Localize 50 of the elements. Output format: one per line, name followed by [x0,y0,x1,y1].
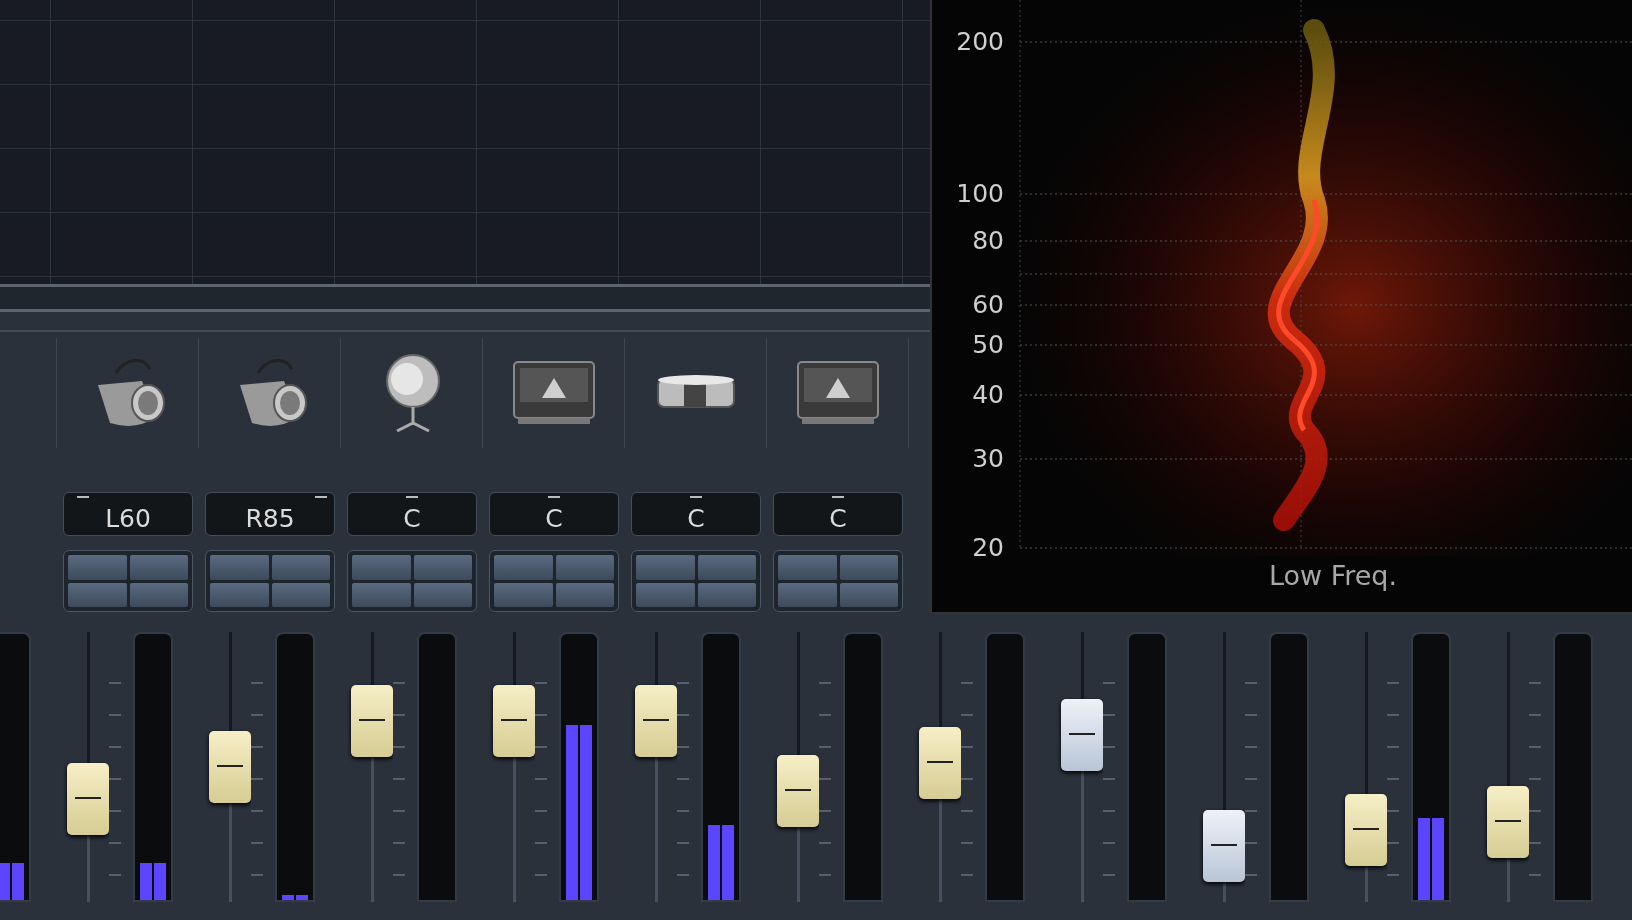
fader-handle[interactable] [1345,794,1387,867]
pan-control[interactable]: R85 [205,492,335,536]
pan-control[interactable]: C [631,492,761,536]
axis-label: 50 [971,330,1004,360]
fader-handle[interactable] [493,685,535,758]
channel-button[interactable] [697,555,756,580]
fader-handle[interactable] [635,685,677,758]
channel-button[interactable] [555,555,614,580]
channel-button[interactable] [68,555,127,580]
channel-button[interactable] [352,555,411,580]
channel-button[interactable] [697,582,756,607]
channel-button[interactable] [494,582,553,607]
channel-button[interactable] [129,555,188,580]
channel-button[interactable] [210,582,269,607]
channel-button[interactable] [494,555,553,580]
channel-button[interactable] [555,582,614,607]
axis-label: 60 [971,290,1004,320]
channel-button[interactable] [210,555,269,580]
fader-handle[interactable] [209,731,251,803]
axis-label: 80 [971,226,1004,256]
channel-button[interactable] [271,555,330,580]
channel-button[interactable] [129,582,188,607]
axis-label: 40 [971,380,1004,410]
pan-control[interactable]: C [489,492,619,536]
fader-handle[interactable] [1203,810,1245,883]
channel-button[interactable] [778,582,837,607]
axis-label: 100 [955,179,1004,209]
channel-button[interactable] [413,555,472,580]
channel-button[interactable] [778,555,837,580]
channel-button[interactable] [839,582,898,607]
fader-handle[interactable] [351,685,393,758]
channel-button[interactable] [68,582,127,607]
axis-title: Low Freq. [1268,560,1398,591]
fader-handle[interactable] [919,727,961,800]
fader-handle[interactable] [67,762,109,835]
pan-control[interactable]: L60 [63,492,193,536]
fader-handle[interactable] [1061,699,1103,772]
fader-handle[interactable] [777,754,819,827]
channel-button[interactable] [636,555,695,580]
axis-label: 30 [971,444,1004,474]
pan-control[interactable]: C [347,492,477,536]
channel-button[interactable] [839,555,898,580]
axis-label: 200 [955,27,1004,57]
channel-button[interactable] [636,582,695,607]
axis-label: 20 [971,533,1004,563]
pan-control[interactable]: C [773,492,903,536]
channel-button[interactable] [352,582,411,607]
channel-button[interactable] [413,582,472,607]
fader-handle[interactable] [1487,786,1529,859]
channel-button[interactable] [271,582,330,607]
